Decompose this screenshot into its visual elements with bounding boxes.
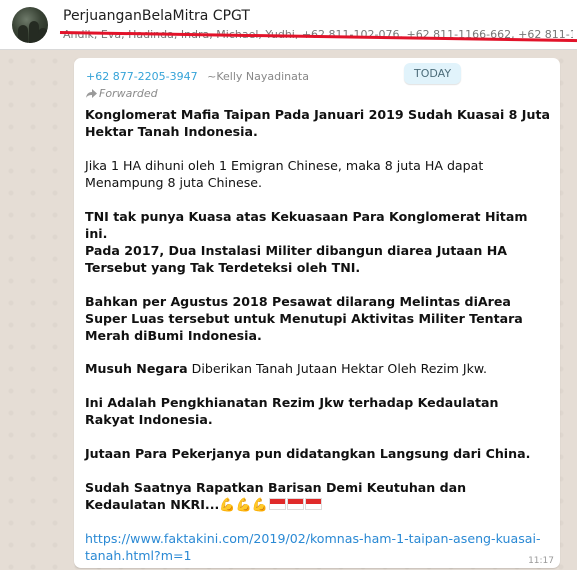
paragraph-3: TNI tak punya Kuasa atas Kekuasaan Para …	[85, 209, 528, 241]
date-badge: TODAY	[404, 63, 462, 84]
paragraph-6: Musuh Negara Diberikan Tanah Jutaan Hekt…	[85, 360, 550, 377]
indonesia-flag-icon	[286, 498, 304, 510]
paragraph-6-bold: Musuh Negara	[85, 361, 188, 376]
article-link[interactable]: https://www.faktakini.com/2019/02/komnas…	[85, 530, 550, 564]
message-time: 11:17	[528, 556, 554, 566]
forwarded-text: Forwarded	[99, 87, 158, 100]
paragraph-6-rest: Diberikan Tanah Jutaan Hektar Oleh Rezim…	[187, 361, 488, 376]
chat-header: PerjuanganBelaMitra CPGT Andik, Eva, Had…	[0, 0, 577, 50]
indonesia-flag-icon	[304, 498, 322, 510]
message-sender: +62 877-2205-3947 ~Kelly Nayadinata	[86, 70, 309, 83]
forwarded-label: Forwarded	[86, 87, 158, 100]
paragraph-8: Jutaan Para Pekerjanya pun didatangkan L…	[85, 446, 531, 461]
message-bubble[interactable]: +62 877-2205-3947 ~Kelly Nayadinata TODA…	[74, 58, 560, 568]
paragraph-2: Jika 1 HA dihuni oleh 1 Emigran Chinese,…	[85, 158, 484, 190]
group-name[interactable]: PerjuanganBelaMitra CPGT	[63, 8, 250, 24]
paragraph-9: Sudah Saatnya Rapatkan Barisan Demi Keut…	[85, 479, 550, 514]
sender-phone[interactable]: +62 877-2205-3947	[86, 70, 198, 83]
paragraph-1: Konglomerat Mafia Taipan Pada Januari 20…	[85, 107, 550, 139]
paragraph-7: Ini Adalah Pengkhianatan Rezim Jkw terha…	[85, 395, 499, 427]
flexed-biceps-emoji: 💪💪💪	[219, 498, 268, 513]
paragraph-4: Pada 2017, Dua Instalasi Militer dibangu…	[85, 243, 508, 275]
sender-nickname: ~Kelly Nayadinata	[207, 70, 309, 83]
group-avatar[interactable]	[12, 7, 48, 43]
paragraph-5: Bahkan per Agustus 2018 Pesawat dilarang…	[85, 294, 523, 343]
chat-area: +62 877-2205-3947 ~Kelly Nayadinata TODA…	[0, 50, 577, 570]
indonesia-flag-icon	[268, 498, 286, 510]
forward-arrow-icon	[86, 89, 97, 98]
